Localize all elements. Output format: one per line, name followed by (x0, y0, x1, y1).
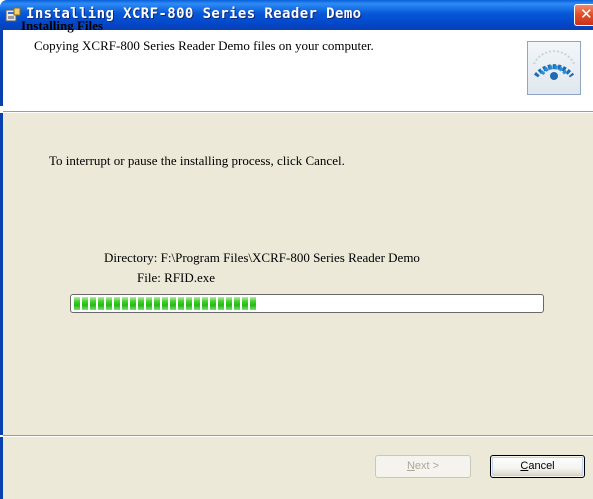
progress-segment (202, 297, 208, 310)
cancel-button-label: Cancel (520, 460, 555, 472)
progress-bar (70, 294, 544, 313)
progress-segment (82, 297, 88, 310)
directory-label: Directory: F:\Program Files\XCRF-800 Ser… (104, 250, 420, 265)
progress-segment (138, 297, 144, 310)
page-description: Copying XCRF-800 Series Reader Demo file… (34, 38, 374, 53)
next-button-label: Next > (406, 460, 440, 472)
progress-fill (74, 297, 540, 310)
progress-segment (226, 297, 232, 310)
instruction-text: To interrupt or pause the installing pro… (49, 153, 345, 168)
installer-disc-icon (527, 41, 581, 95)
progress-segment (178, 297, 184, 310)
progress-segment (106, 297, 112, 310)
progress-segment (122, 297, 128, 310)
progress-segment (218, 297, 224, 310)
progress-segment (74, 297, 80, 310)
close-icon: ✕ (580, 5, 593, 23)
progress-segment (162, 297, 168, 310)
progress-segment (146, 297, 152, 310)
installer-icon (5, 7, 21, 22)
next-button[interactable]: Next > (375, 455, 471, 478)
close-button[interactable]: ✕ (574, 4, 593, 26)
progress-segment (194, 297, 200, 310)
page-title: Installing Files (21, 18, 103, 33)
progress-segment (98, 297, 104, 310)
progress-segment (234, 297, 240, 310)
progress-segment (210, 297, 216, 310)
progress-segment (130, 297, 136, 310)
progress-segment (154, 297, 160, 310)
progress-segment (114, 297, 120, 310)
progress-segment (170, 297, 176, 310)
file-label: File: RFID.exe (137, 270, 215, 285)
progress-segment (186, 297, 192, 310)
progress-segment (250, 297, 256, 310)
cancel-button[interactable]: Cancel (490, 455, 585, 478)
progress-segment (90, 297, 96, 310)
progress-segment (242, 297, 248, 310)
